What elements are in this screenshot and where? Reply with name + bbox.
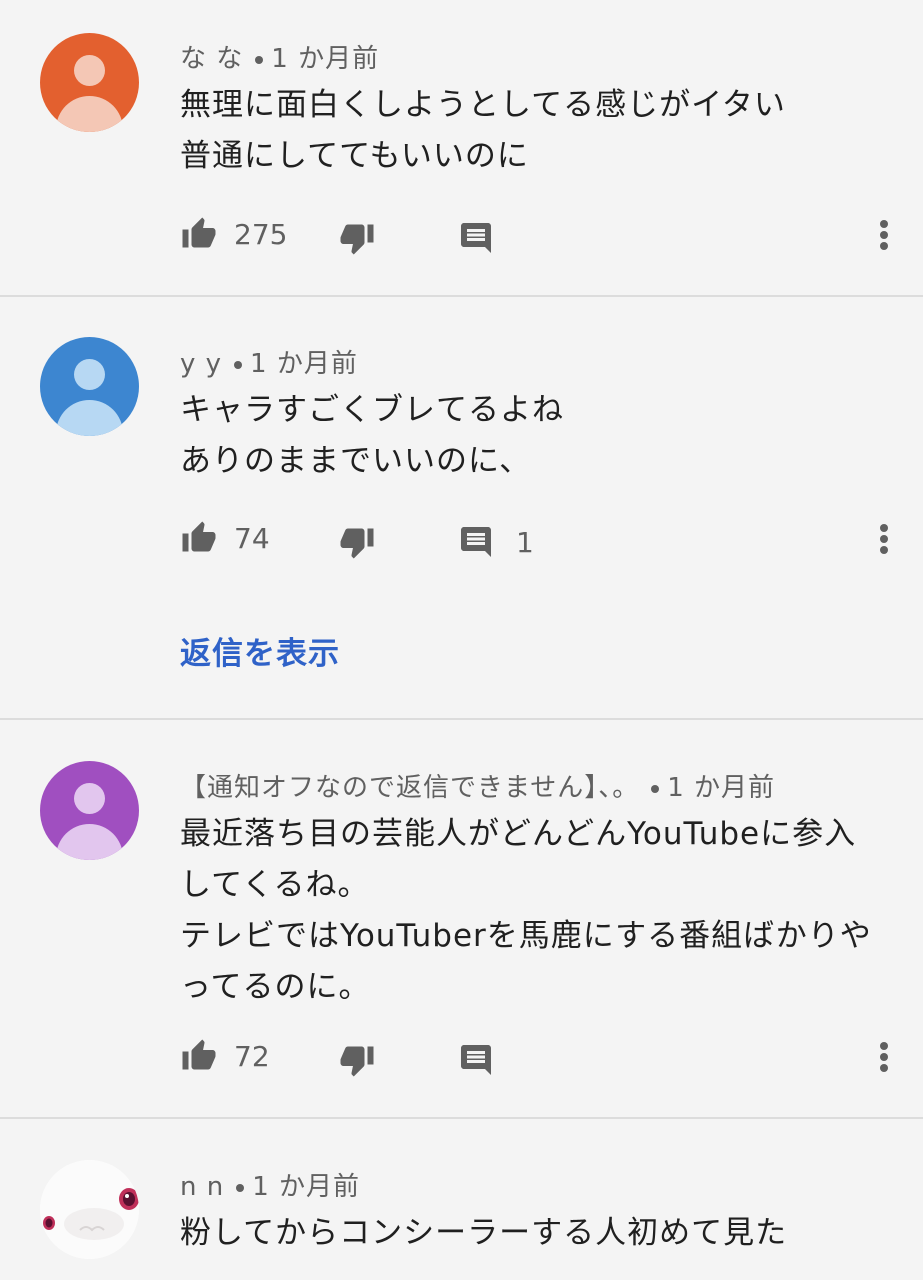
- comment-actions: 74 1: [0, 520, 923, 560]
- comment-author[interactable]: n n: [180, 1172, 224, 1202]
- comment-actions: 72: [0, 1038, 923, 1078]
- comment-author[interactable]: な な: [180, 44, 243, 74]
- comment-actions: 275: [0, 216, 923, 256]
- divider: [0, 718, 923, 720]
- reply-button[interactable]: [458, 220, 494, 256]
- character-avatar-image: [40, 1160, 139, 1259]
- like-button[interactable]: 74: [180, 520, 270, 556]
- divider: [0, 295, 923, 297]
- thumb-down-icon: [338, 524, 376, 560]
- like-count: 275: [234, 217, 288, 251]
- thumb-up-icon: [180, 216, 218, 252]
- thumb-down-icon: [338, 220, 376, 256]
- comment-text: 最近落ち目の芸能人がどんどんYouTubeに参入 してくるね。 テレビではYou…: [180, 816, 872, 1005]
- comment-meta: n n 1 か月前: [180, 1166, 360, 1203]
- comment-author[interactable]: 【通知オフなので返信できません】、。: [180, 773, 639, 803]
- comment-author[interactable]: y y: [180, 349, 222, 379]
- more-vert-icon[interactable]: [872, 522, 896, 556]
- avatar[interactable]: [40, 761, 139, 860]
- reply-button[interactable]: 1: [458, 524, 534, 560]
- view-replies-link[interactable]: 返信を表示: [180, 628, 340, 673]
- more-vert-icon[interactable]: [872, 1040, 896, 1074]
- like-count: 72: [234, 1039, 270, 1073]
- thumb-up-icon: [180, 520, 218, 556]
- comment-icon: [458, 524, 494, 560]
- thumb-down-icon: [338, 1042, 376, 1078]
- like-button[interactable]: 275: [180, 216, 287, 252]
- comment-meta: y y 1 か月前: [180, 343, 358, 380]
- comment-meta: 【通知オフなので返信できません】、。 1 か月前: [180, 767, 775, 804]
- dislike-button[interactable]: [338, 220, 376, 256]
- avatar[interactable]: [40, 337, 139, 436]
- avatar[interactable]: [40, 33, 139, 132]
- comment-icon: [458, 1042, 494, 1078]
- like-button[interactable]: 72: [180, 1038, 270, 1074]
- comment-time: 1 か月前: [250, 349, 358, 379]
- dislike-button[interactable]: [338, 524, 376, 560]
- comment-time: 1 か月前: [271, 44, 380, 74]
- thumb-up-icon: [180, 1038, 218, 1074]
- avatar[interactable]: [40, 1160, 139, 1259]
- comment-time: 1 か月前: [667, 773, 776, 803]
- comment-text: キャラすごくブレてるよね ありのままでいいのに、: [180, 392, 564, 479]
- reply-button[interactable]: [458, 1042, 494, 1078]
- more-vert-icon[interactable]: [872, 218, 896, 252]
- comment-icon: [458, 220, 494, 256]
- comment-text: 粉してからコンシーラーする人初めて見た: [180, 1215, 788, 1251]
- comment-time: 1 か月前: [252, 1172, 361, 1202]
- dislike-button[interactable]: [338, 1042, 376, 1078]
- reply-count: 1: [516, 525, 534, 559]
- divider: [0, 1117, 923, 1119]
- like-count: 74: [234, 521, 270, 555]
- comment-text: 無理に面白くしようとしてる感じがイタい 普通にしててもいいのに: [180, 87, 786, 174]
- comment-meta: な な 1 か月前: [180, 38, 379, 75]
